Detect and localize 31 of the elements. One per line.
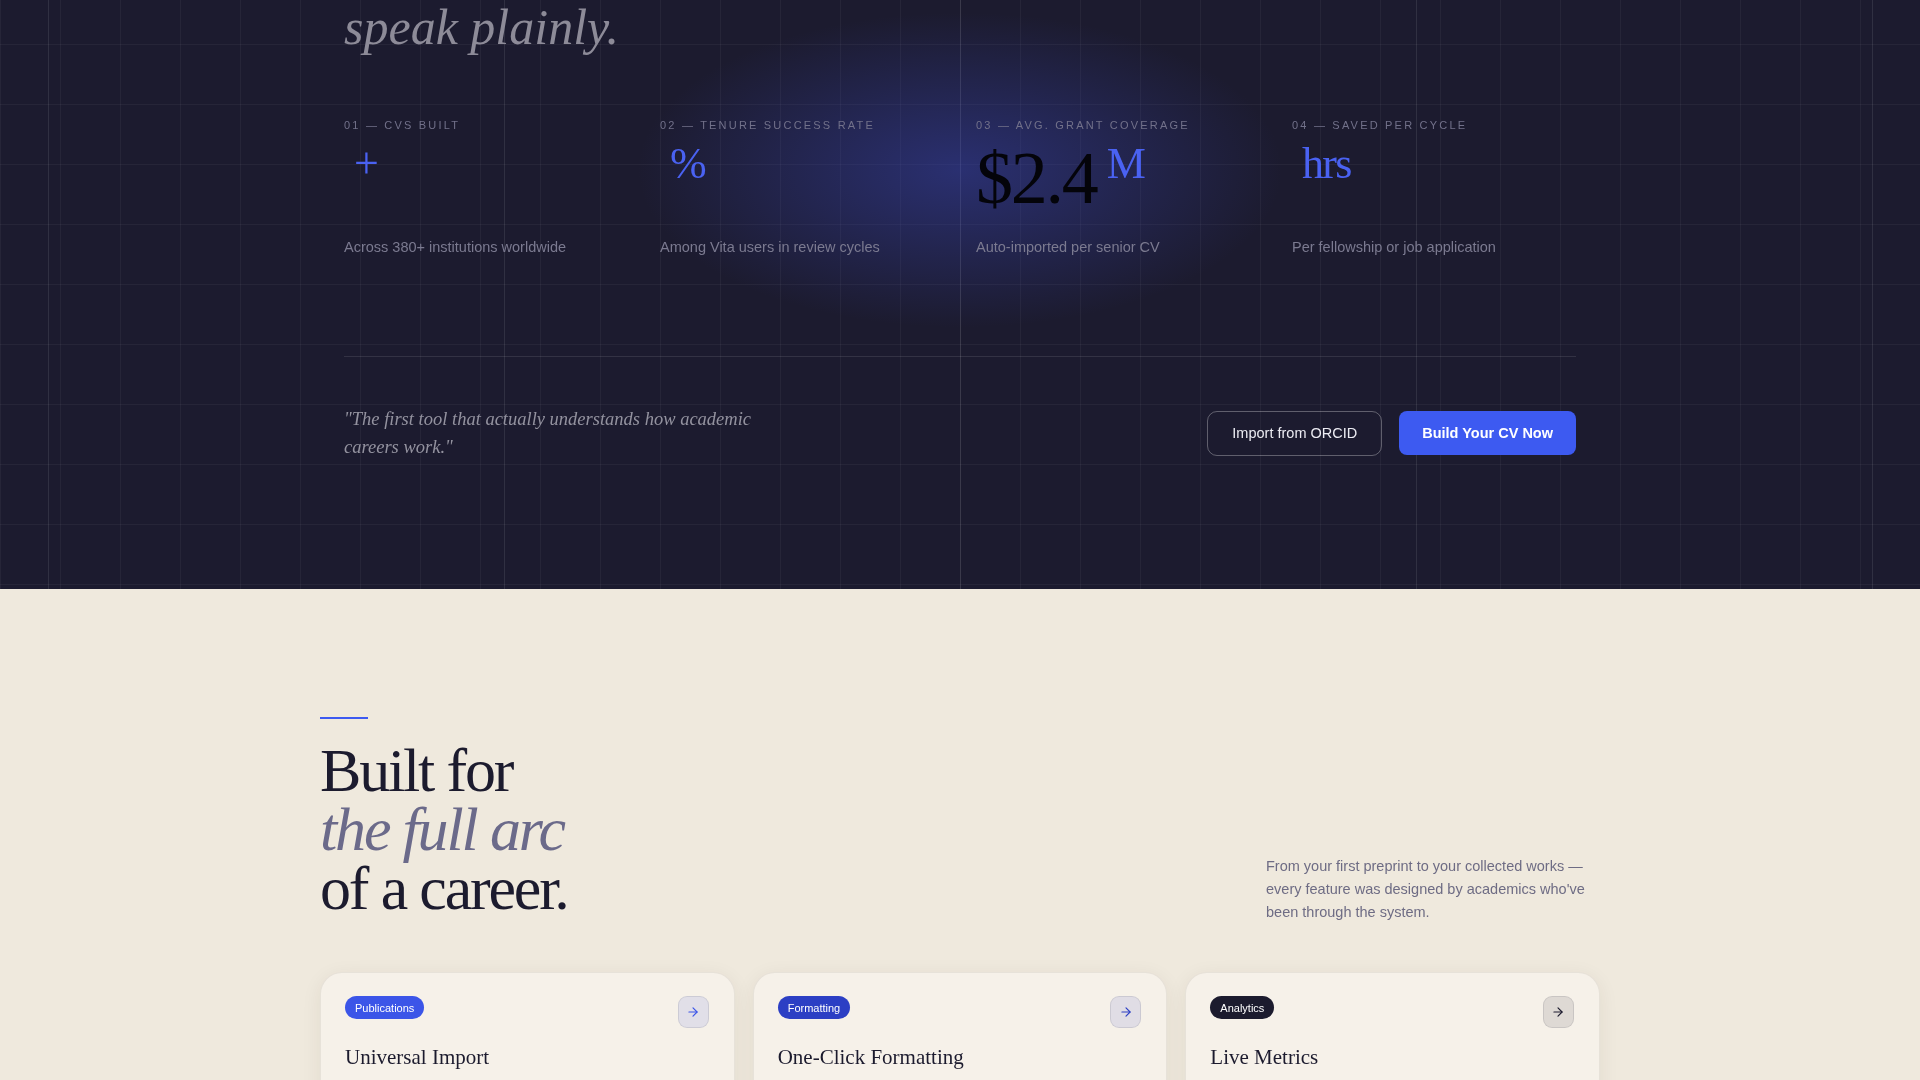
arrow-right-icon — [1551, 1005, 1566, 1019]
category-tag: Formatting — [777, 996, 851, 1019]
stat-unit: hrs — [1302, 142, 1351, 186]
arrow-button[interactable] — [677, 996, 709, 1028]
stat-caption: Among Vita users in review cycles — [660, 238, 880, 256]
arrow-right-icon — [686, 1005, 701, 1019]
heading-text: speak plainly. — [344, 0, 619, 55]
card-title: Live Metrics — [1210, 1044, 1320, 1070]
stat-caption: Across 380+ institutions worldwide — [344, 238, 567, 256]
stat-caption: Per fellowship or job application — [1292, 238, 1496, 256]
stat-label: 03 — AVG. GRANT COVERAGE — [976, 118, 1190, 132]
quote-text: "The first tool that actually understands how academic careers work." — [344, 408, 753, 459]
section-heading: Built for the full arc of a career. — [320, 741, 568, 918]
category-tag: Publications — [345, 996, 425, 1019]
card-title: One-Click Formatting — [777, 1044, 965, 1070]
card-title: Universal Import — [345, 1044, 491, 1070]
import-button[interactable]: Import from ORCID — [1207, 410, 1383, 456]
build-cv-button[interactable]: Build Your CV Now — [1399, 411, 1576, 455]
arrow-button[interactable] — [1543, 996, 1574, 1028]
stat-caption: Auto-imported per senior CV — [976, 238, 1160, 256]
arrow-right-icon — [1118, 1005, 1133, 1019]
stat-label: 01 — CVS BUILT — [344, 118, 461, 132]
arrow-button[interactable] — [1110, 996, 1142, 1028]
stat-value: $2.4 — [976, 142, 1097, 214]
category-tag: Analytics — [1210, 996, 1275, 1019]
stat-label: 02 — TENURE SUCCESS RATE — [660, 118, 875, 132]
stat-unit: % — [670, 142, 705, 186]
intro-text: From your first preprint to your collected works — every feature was designed by academics who've been through the system. — [1266, 857, 1586, 922]
stat-unit: M — [1106, 142, 1144, 186]
stat-label: 04 — SAVED PER CYCLE — [1292, 118, 1468, 132]
stat-unit: + — [354, 142, 378, 186]
